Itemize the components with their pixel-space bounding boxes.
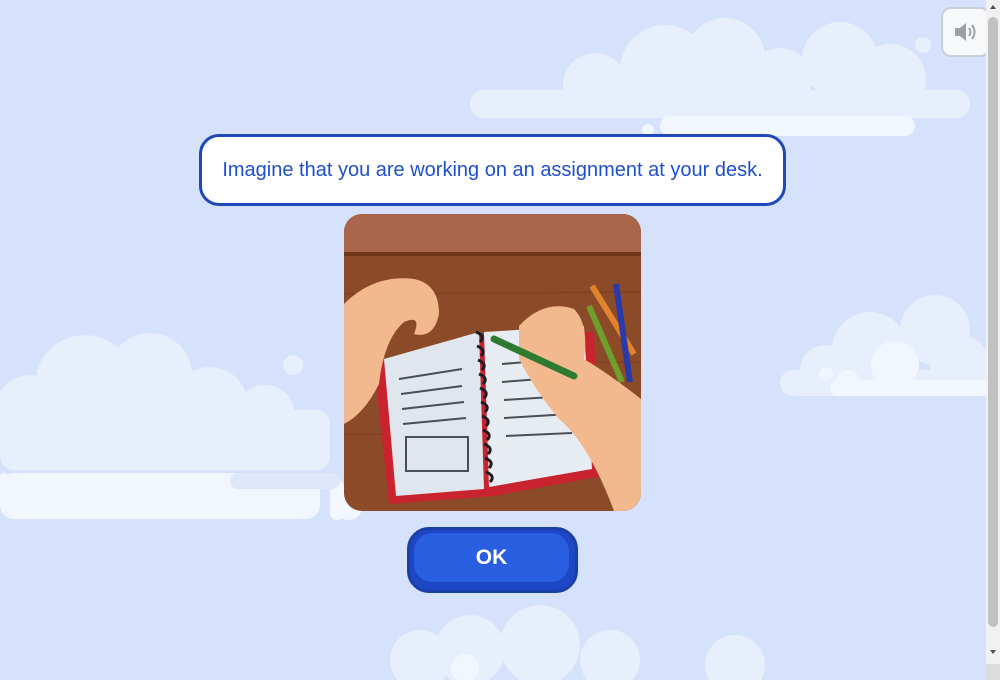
scroll-down-arrow-icon[interactable]: [986, 645, 1000, 659]
scrollbar-corner: [986, 664, 1000, 680]
ok-button-face: OK: [414, 533, 569, 582]
speaker-volume-icon: [954, 23, 975, 41]
ok-button-label: OK: [475, 545, 508, 569]
desk-illustration: [344, 214, 641, 511]
scroll-up-arrow-icon[interactable]: [986, 0, 1000, 14]
prompt-bubble: Imagine that you are working on an assig…: [199, 134, 786, 206]
sound-button[interactable]: [941, 7, 990, 57]
vertical-scrollbar[interactable]: [986, 0, 1000, 680]
ok-button[interactable]: OK: [407, 527, 578, 593]
prompt-text: Imagine that you are working on an assig…: [222, 158, 763, 181]
scroll-thumb[interactable]: [988, 17, 998, 627]
